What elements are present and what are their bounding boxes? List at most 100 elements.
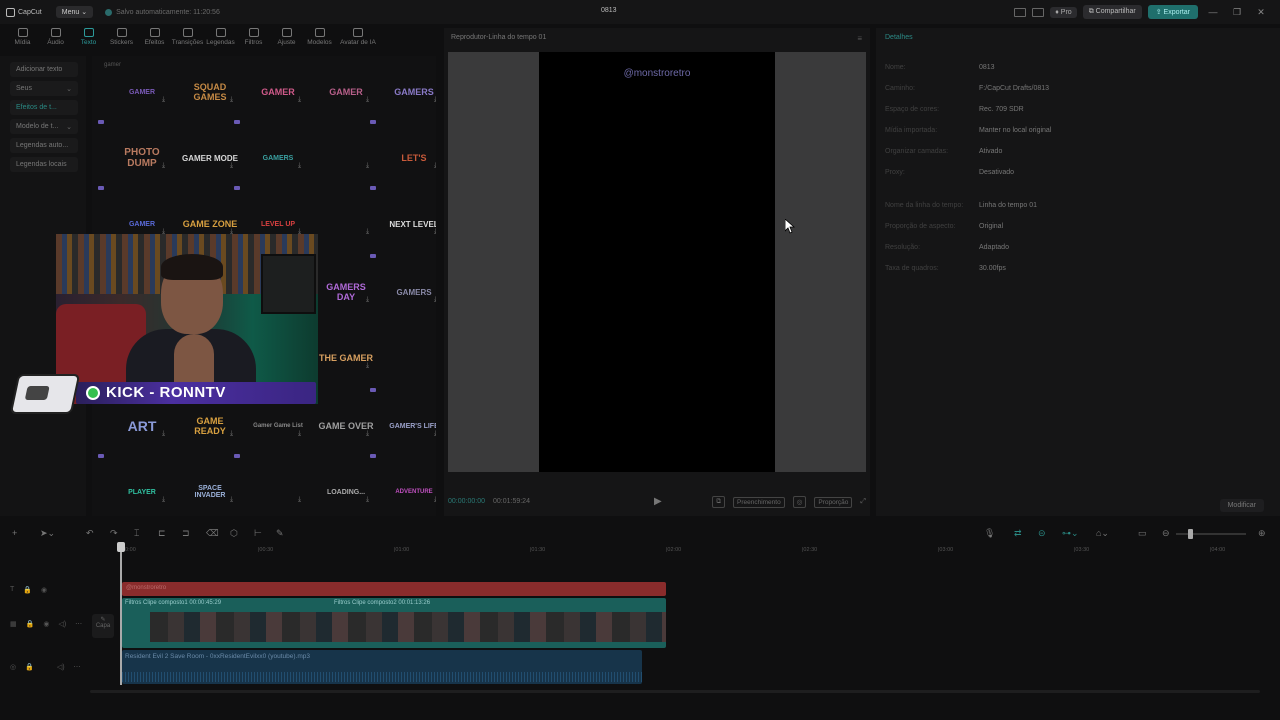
text-effect-tile[interactable]: PHOTO DUMP bbox=[114, 132, 170, 184]
ratio-button[interactable]: Proporção bbox=[814, 496, 853, 508]
text-effect-tile[interactable]: NEXT LEVEL bbox=[386, 198, 436, 250]
text-effect-tile[interactable]: GAMERS bbox=[386, 266, 436, 318]
text-effect-tile[interactable] bbox=[250, 466, 306, 516]
select-tool-icon[interactable]: ➤⌄ bbox=[40, 528, 55, 539]
yours-menu[interactable]: Seus bbox=[10, 81, 78, 96]
text-effect-tile[interactable]: THE GAMER bbox=[318, 332, 374, 384]
tab-filters[interactable]: Filtros bbox=[237, 26, 270, 46]
audio-clip[interactable]: Resident Evil 2 Save Room - 0xxResidentE… bbox=[122, 650, 642, 684]
text-effect-tile[interactable]: GAMER bbox=[114, 66, 170, 118]
text-effect-tile[interactable]: GAME OVER bbox=[318, 400, 374, 452]
download-icon[interactable]: ⤓ bbox=[230, 430, 233, 438]
text-effect-tile[interactable]: GAMERS DAY bbox=[318, 266, 374, 318]
preview-axis-icon[interactable]: ⌂⌄ bbox=[1096, 528, 1109, 539]
text-effect-tile[interactable] bbox=[318, 198, 374, 250]
text-effect-tile[interactable]: GAMER bbox=[250, 66, 306, 118]
download-icon[interactable]: ⤓ bbox=[298, 96, 301, 104]
download-icon[interactable]: ⤓ bbox=[298, 496, 301, 504]
text-clip[interactable]: @monstroretro bbox=[122, 582, 666, 596]
restore-icon[interactable]: ❐ bbox=[1228, 7, 1246, 18]
fill-button[interactable]: Preenchimento bbox=[732, 496, 785, 508]
player-menu-icon[interactable]: ≡ bbox=[857, 34, 862, 43]
download-icon[interactable]: ⤓ bbox=[434, 96, 436, 104]
lock-icon[interactable]: 🔒 bbox=[26, 620, 35, 628]
download-icon[interactable]: ⤓ bbox=[162, 430, 165, 438]
download-icon[interactable]: ⤓ bbox=[366, 296, 369, 304]
mute-icon[interactable]: ◁) bbox=[58, 620, 66, 628]
player-stage[interactable]: @monstroretro bbox=[448, 52, 866, 472]
redo-icon[interactable]: ↷ bbox=[110, 528, 118, 539]
download-icon[interactable]: ⤓ bbox=[434, 162, 436, 170]
snapshot-icon[interactable]: ◎ bbox=[792, 496, 807, 508]
download-icon[interactable]: ⤓ bbox=[366, 228, 369, 236]
ai-edit-icon[interactable]: ✎ bbox=[276, 528, 284, 539]
tab-text[interactable]: Texto bbox=[72, 26, 105, 46]
tab-ai-avatar[interactable]: Avatar de IA bbox=[336, 26, 380, 46]
video-canvas[interactable]: @monstroretro bbox=[539, 52, 775, 472]
modify-button[interactable]: Modificar bbox=[1219, 499, 1264, 512]
download-icon[interactable]: ⤓ bbox=[162, 96, 165, 104]
auto-captions-menu[interactable]: Legendas auto... bbox=[10, 138, 78, 153]
local-captions-menu[interactable]: Legendas locais bbox=[10, 157, 78, 172]
layout-icon[interactable] bbox=[1014, 7, 1027, 17]
zoom-out-icon[interactable]: ⊖ bbox=[1162, 528, 1170, 539]
tab-captions[interactable]: Legendas bbox=[204, 26, 237, 46]
snap-icon[interactable]: ⊶⌄ bbox=[1062, 528, 1079, 539]
tab-audio[interactable]: Áudio bbox=[39, 26, 72, 46]
download-icon[interactable]: ⤓ bbox=[230, 496, 233, 504]
download-icon[interactable]: ⤓ bbox=[366, 162, 369, 170]
more-icon[interactable]: ⋯ bbox=[74, 663, 81, 671]
video-clip[interactable]: Filtros Clipe composto1 00:00:45:29 Filt… bbox=[122, 598, 666, 648]
text-effect-tile[interactable]: SQUAD GAMES bbox=[182, 66, 238, 118]
shortcuts-icon[interactable] bbox=[1032, 7, 1045, 17]
fullscreen-icon[interactable]: ⤢ bbox=[860, 498, 866, 506]
close-icon[interactable]: ✕ bbox=[1252, 7, 1270, 18]
download-icon[interactable]: ⤓ bbox=[162, 162, 165, 170]
download-icon[interactable]: ⤓ bbox=[434, 228, 436, 236]
pro-button[interactable]: ♦ Pro bbox=[1050, 6, 1077, 18]
text-effects-menu[interactable]: Efeitos de t... bbox=[10, 100, 78, 115]
tab-adjust[interactable]: Ajuste bbox=[270, 26, 303, 46]
undo-icon[interactable]: ↶ bbox=[86, 528, 94, 539]
download-icon[interactable]: ⤓ bbox=[434, 296, 436, 304]
menu-button[interactable]: Menu ⌄ bbox=[55, 6, 94, 18]
download-icon[interactable]: ⤓ bbox=[366, 496, 369, 504]
cover-button[interactable]: ✎ Capa bbox=[92, 614, 114, 638]
timeline-ruler[interactable]: 00:00 |00:30 |01:00 |01:30 |02:00 |02:30 |03:0… bbox=[120, 545, 1280, 557]
export-button[interactable]: ⇪ Exportar bbox=[1147, 5, 1198, 19]
lock-icon[interactable]: 🔒 bbox=[25, 663, 34, 671]
download-icon[interactable]: ⤓ bbox=[230, 96, 233, 104]
text-effect-tile[interactable]: ADVENTURE bbox=[386, 466, 436, 516]
text-effect-tile[interactable]: GAMER MODE bbox=[182, 132, 238, 184]
timeline-scrollbar[interactable] bbox=[90, 690, 1260, 693]
link-icon[interactable]: ⇄ bbox=[1014, 528, 1022, 539]
download-icon[interactable]: ⤓ bbox=[162, 496, 165, 504]
caption-toggle-icon[interactable]: ▭ bbox=[1138, 528, 1147, 539]
download-icon[interactable]: ⤓ bbox=[298, 430, 301, 438]
tab-media[interactable]: Mídia bbox=[6, 26, 39, 46]
lock-icon[interactable]: 🔒 bbox=[23, 586, 32, 594]
text-effect-tile[interactable]: GAMERS bbox=[250, 132, 306, 184]
text-effect-tile[interactable]: LOADING... bbox=[318, 466, 374, 516]
text-effect-tile[interactable]: SPACE INVADER bbox=[182, 466, 238, 516]
text-effect-tile[interactable]: LET'S bbox=[386, 132, 436, 184]
download-icon[interactable]: ⤓ bbox=[366, 362, 369, 370]
text-templates-menu[interactable]: Modelo de t... bbox=[10, 119, 78, 134]
share-button[interactable]: ⧉ Compartilhar bbox=[1082, 5, 1142, 19]
download-icon[interactable]: ⤓ bbox=[366, 430, 369, 438]
play-icon[interactable]: ▶ bbox=[654, 496, 662, 507]
eye-icon[interactable]: ◉ bbox=[43, 620, 49, 628]
delete-icon[interactable]: ⌫ bbox=[206, 528, 219, 539]
zoom-in-icon[interactable]: ⊕ bbox=[1258, 528, 1266, 539]
download-icon[interactable]: ⤓ bbox=[230, 162, 233, 170]
split-right-icon[interactable]: ⊐ bbox=[182, 528, 190, 539]
add-text-button[interactable]: Adicionar texto bbox=[10, 62, 78, 77]
mute-icon[interactable]: ◁) bbox=[57, 663, 65, 671]
minimize-icon[interactable]: — bbox=[1204, 7, 1222, 17]
zoom-slider[interactable] bbox=[1176, 533, 1246, 535]
download-icon[interactable]: ⤓ bbox=[434, 430, 436, 438]
playhead-handle[interactable] bbox=[117, 542, 125, 552]
download-icon[interactable]: ⤓ bbox=[434, 496, 436, 504]
tab-templates[interactable]: Modelos bbox=[303, 26, 336, 46]
freeze-icon[interactable]: ⊢ bbox=[254, 528, 262, 539]
